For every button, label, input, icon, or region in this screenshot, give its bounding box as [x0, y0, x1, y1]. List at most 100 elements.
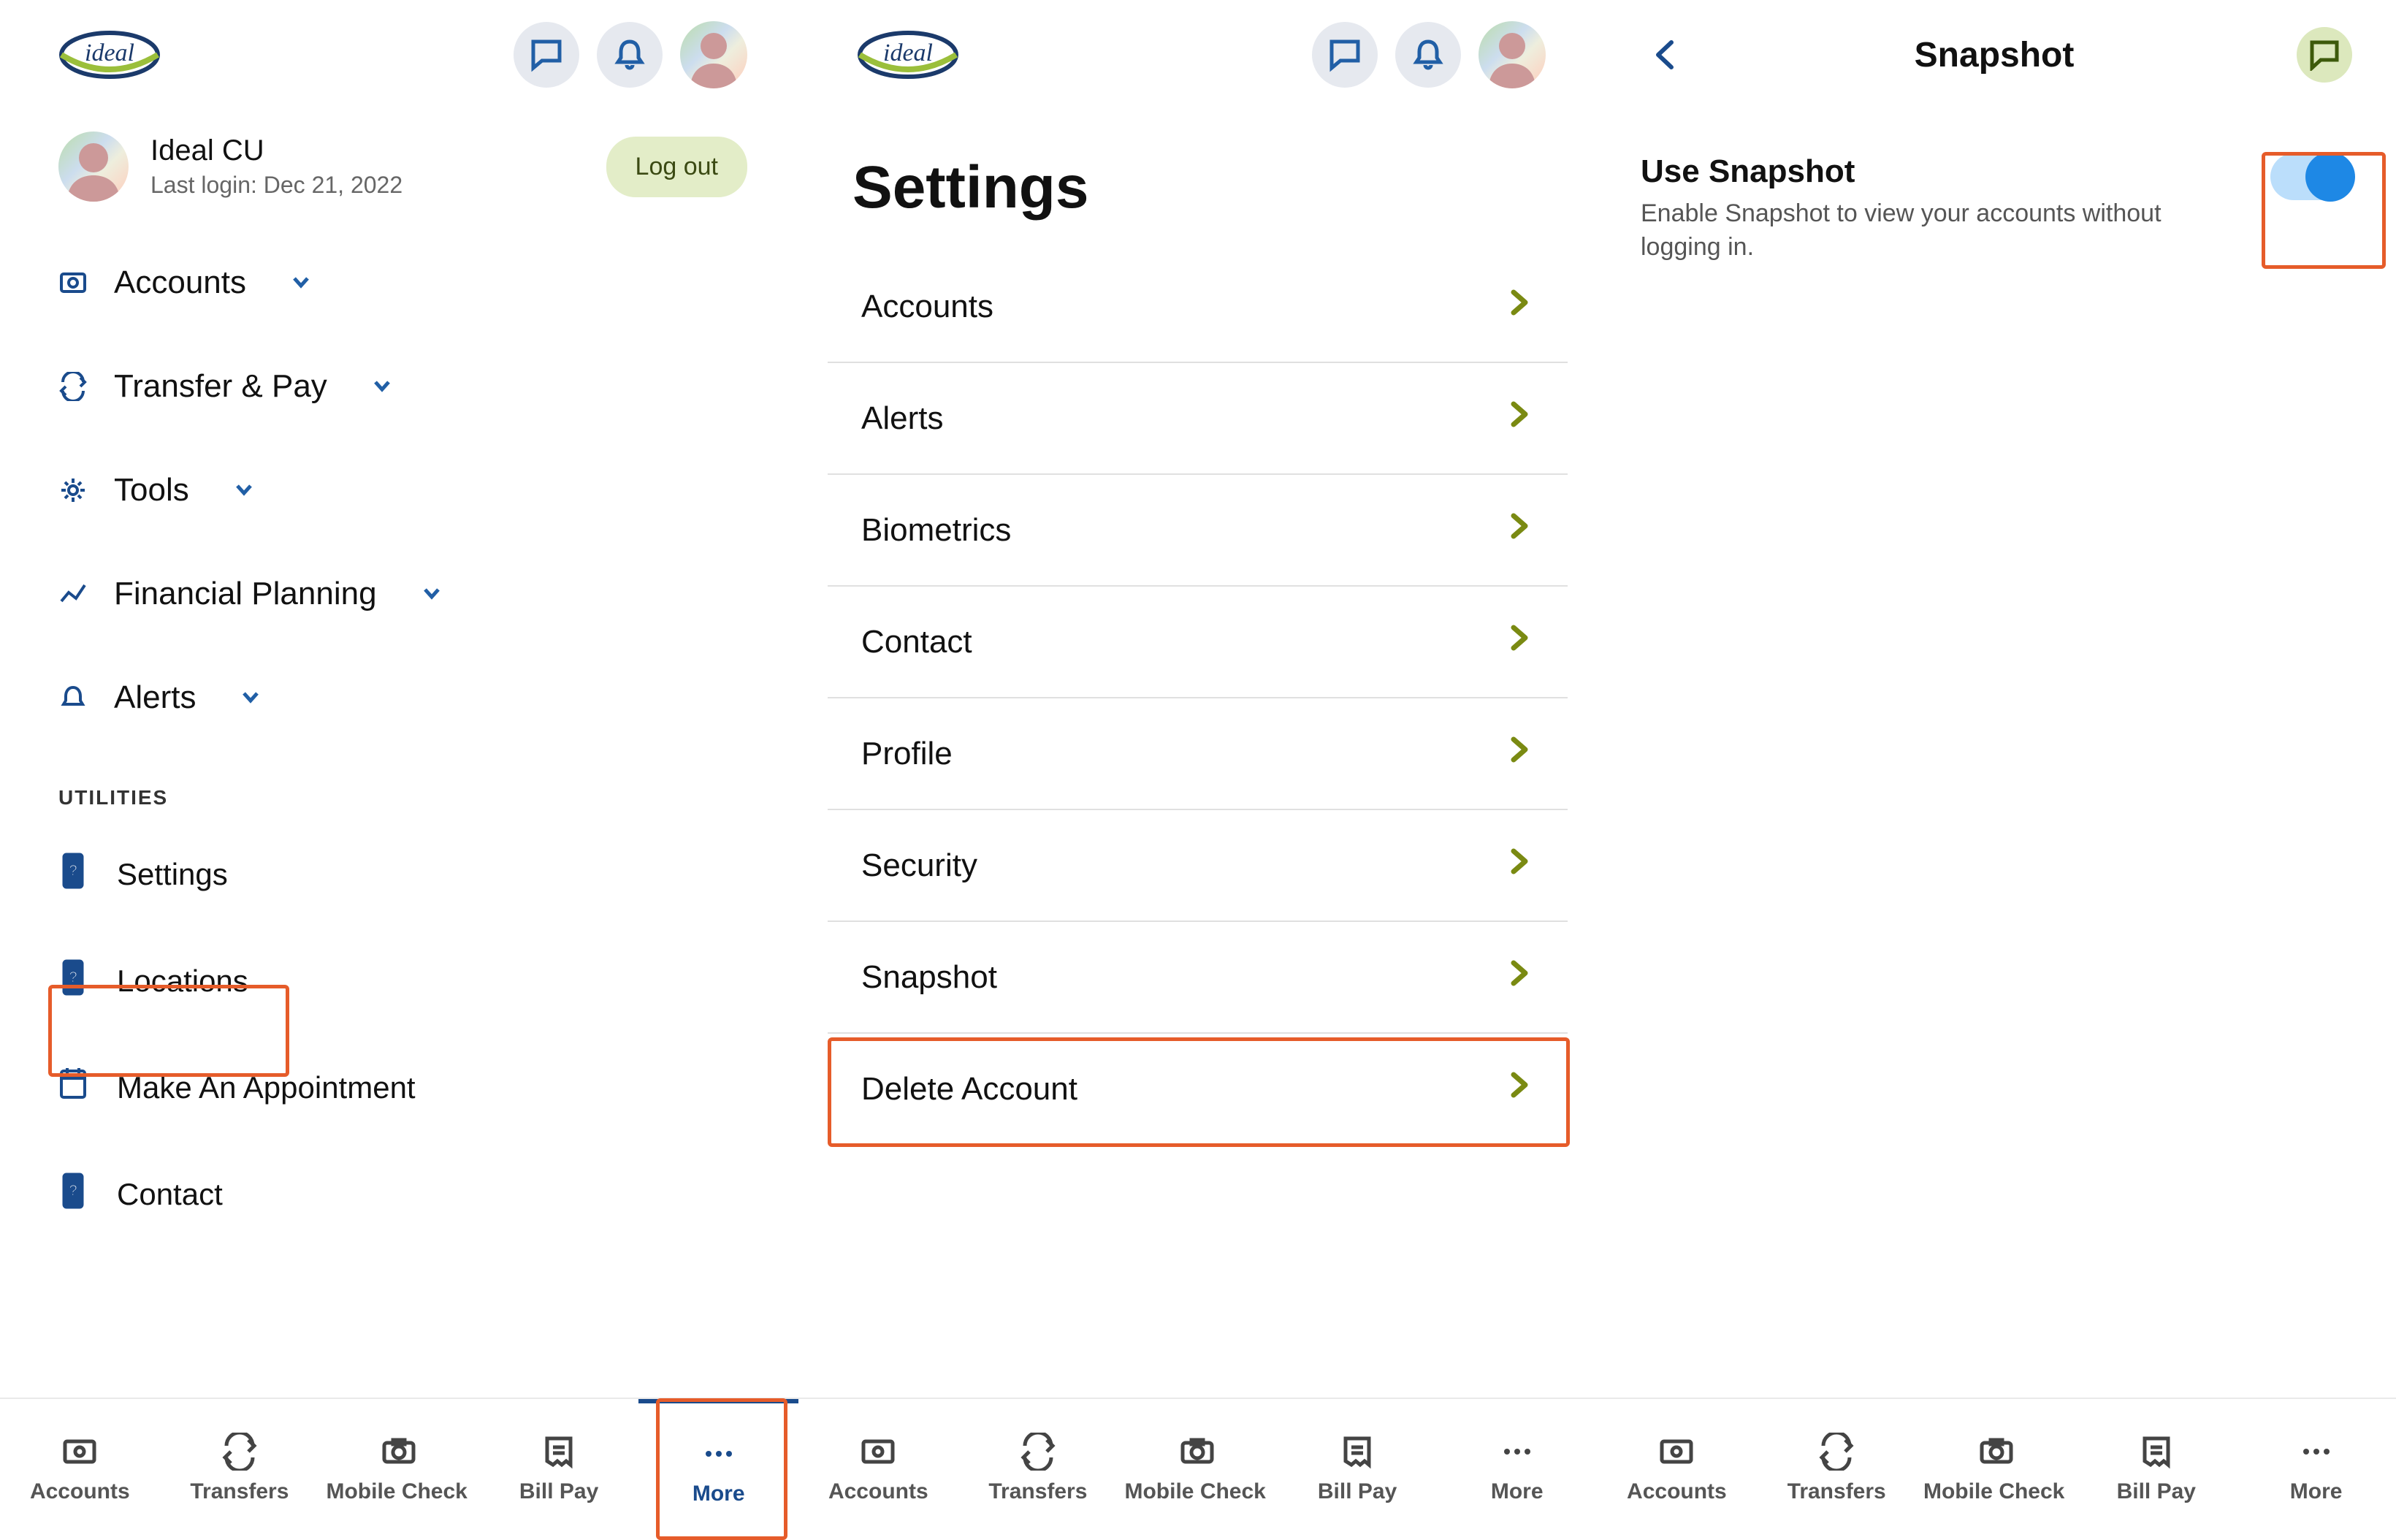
chevron-right-icon — [1505, 1070, 1534, 1108]
tab-bill-pay[interactable]: Bill Pay — [479, 1399, 639, 1538]
utilities-header: UTILITIES — [58, 786, 747, 809]
messages-icon[interactable] — [1312, 22, 1378, 88]
tab-transfers[interactable]: Transfers — [958, 1399, 1118, 1538]
page-title: Settings — [798, 110, 1597, 244]
logout-button[interactable]: Log out — [606, 137, 747, 197]
tab-transfers[interactable]: Transfers — [1757, 1399, 1917, 1538]
brand-logo: ideal — [51, 26, 168, 84]
tab-accounts[interactable]: Accounts — [798, 1399, 958, 1538]
last-login: Last login: Dec 21, 2022 — [150, 172, 402, 199]
settings-security[interactable]: Security — [828, 810, 1568, 922]
contact-phone-icon: ? — [58, 1172, 88, 1217]
tab-accounts[interactable]: Accounts — [0, 1399, 160, 1538]
chevron-down-icon — [290, 264, 312, 301]
tabbar: Accounts Transfers Mobile Check D Bill P… — [1597, 1398, 2396, 1538]
chevron-down-icon — [371, 368, 393, 405]
avatar[interactable] — [1479, 21, 1546, 88]
row-label: Biometrics — [861, 512, 1011, 549]
page-title: Snapshot — [1915, 35, 2075, 75]
nav-label: Alerts — [114, 679, 196, 716]
tabbar: Accounts Transfers Mobile Check D Bill P… — [0, 1398, 798, 1538]
nav-transfer-pay[interactable]: Transfer & Pay — [58, 335, 747, 438]
nav-financial-planning[interactable]: Financial Planning — [58, 542, 747, 646]
nav-label: Tools — [114, 472, 189, 508]
row-label: Contact — [861, 624, 972, 660]
menu-settings[interactable]: ? Settings — [58, 821, 747, 928]
brand-logo: ideal — [850, 26, 966, 84]
settings-accounts[interactable]: Accounts — [828, 251, 1568, 363]
tab-mobile-check-deposit[interactable]: Mobile Check D — [1118, 1399, 1278, 1538]
svg-text:?: ? — [69, 969, 77, 986]
chart-icon — [58, 579, 88, 609]
messages-icon[interactable] — [2297, 27, 2352, 83]
topbar: ideal — [798, 0, 1597, 110]
notifications-icon[interactable] — [597, 22, 663, 88]
nav-alerts[interactable]: Alerts — [58, 646, 747, 750]
menu-label: Settings — [117, 857, 228, 892]
chevron-down-icon — [240, 679, 262, 716]
topbar: Snapshot — [1597, 0, 2396, 110]
messages-icon[interactable] — [514, 22, 579, 88]
tab-bill-pay[interactable]: Bill Pay — [2076, 1399, 2236, 1538]
tab-bill-pay[interactable]: Bill Pay — [1278, 1399, 1438, 1538]
tabbar: Accounts Transfers Mobile Check D Bill P… — [798, 1398, 1597, 1538]
avatar[interactable] — [680, 21, 747, 88]
settings-profile[interactable]: Profile — [828, 698, 1568, 810]
screen-more-menu: ideal Ideal CU Last login: — [0, 0, 798, 1538]
tab-accounts[interactable]: Accounts — [1597, 1399, 1757, 1538]
svg-text:?: ? — [69, 1183, 77, 1199]
settings-snapshot[interactable]: Snapshot — [828, 922, 1568, 1034]
chevron-down-icon — [233, 472, 255, 508]
nav-accounts[interactable]: Accounts — [58, 231, 747, 335]
menu-label: Make An Appointment — [117, 1070, 416, 1105]
screen-snapshot: Snapshot Use Snapshot Enable Snapshot to… — [1597, 0, 2396, 1538]
tab-mobile-check-deposit[interactable]: Mobile Check D — [1917, 1399, 2077, 1538]
nav-label: Transfer & Pay — [114, 368, 327, 405]
tab-more[interactable]: More — [1437, 1399, 1597, 1538]
chevron-right-icon — [1505, 511, 1534, 549]
chevron-right-icon — [1505, 623, 1534, 660]
gear-icon — [58, 476, 88, 505]
row-label: Delete Account — [861, 1071, 1077, 1108]
menu-locations[interactable]: ? Locations — [58, 928, 747, 1034]
accounts-icon — [58, 268, 88, 297]
avatar[interactable] — [58, 131, 129, 202]
nav-label: Accounts — [114, 264, 246, 301]
settings-biometrics[interactable]: Biometrics — [828, 475, 1568, 587]
notifications-icon[interactable] — [1395, 22, 1461, 88]
chevron-right-icon — [1505, 847, 1534, 884]
nav-tools[interactable]: Tools — [58, 438, 747, 542]
tab-transfers[interactable]: Transfers — [160, 1399, 320, 1538]
profile-name: Ideal CU — [150, 134, 402, 167]
menu-contact[interactable]: ? Contact — [58, 1141, 747, 1248]
menu-appointment[interactable]: Make An Appointment — [58, 1034, 747, 1141]
tab-mobile-check-deposit[interactable]: Mobile Check D — [319, 1399, 479, 1538]
row-label: Alerts — [861, 400, 943, 437]
tab-more[interactable]: More — [638, 1399, 798, 1538]
chevron-down-icon — [421, 576, 443, 612]
tab-more[interactable]: More — [2236, 1399, 2396, 1538]
topbar: ideal — [0, 0, 798, 110]
settings-contact[interactable]: Contact — [828, 587, 1568, 698]
snapshot-toggle-desc: Enable Snapshot to view your accounts wi… — [1641, 197, 2167, 264]
settings-delete-account[interactable]: Delete Account — [828, 1034, 1568, 1144]
svg-text:ideal: ideal — [883, 39, 933, 66]
chevron-right-icon — [1505, 958, 1534, 996]
settings-alerts[interactable]: Alerts — [828, 363, 1568, 475]
chevron-right-icon — [1505, 288, 1534, 325]
locations-phone-icon: ? — [58, 958, 88, 1004]
svg-text:ideal: ideal — [85, 39, 134, 66]
row-label: Snapshot — [861, 959, 997, 996]
row-label: Accounts — [861, 289, 993, 325]
snapshot-toggle[interactable] — [2270, 153, 2352, 200]
snapshot-toggle-title: Use Snapshot — [1641, 153, 2167, 190]
back-button[interactable] — [1641, 29, 1692, 80]
calendar-icon — [58, 1065, 88, 1110]
profile-row: Ideal CU Last login: Dec 21, 2022 Log ou… — [0, 110, 798, 209]
nav-label: Financial Planning — [114, 576, 377, 612]
transfer-icon — [58, 372, 88, 401]
chevron-right-icon — [1505, 735, 1534, 772]
row-label: Security — [861, 847, 977, 884]
row-label: Profile — [861, 736, 953, 772]
screen-settings: ideal Settings Accounts Alerts Biometric… — [798, 0, 1597, 1538]
